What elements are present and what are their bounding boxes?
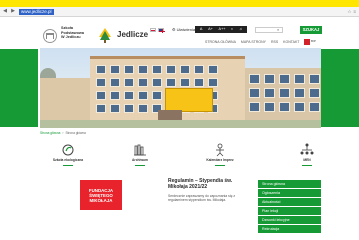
language-switcher bbox=[150, 28, 165, 33]
url-field[interactable]: www.jedlicze.pl bbox=[19, 8, 54, 15]
contact-link[interactable]: KONTAKT bbox=[283, 40, 299, 44]
side-menu: Strona główna Ogłoszenia Aktualności Pla… bbox=[258, 180, 321, 234]
forward-icon[interactable]: ▶ bbox=[10, 9, 16, 15]
yellow-banner bbox=[165, 88, 213, 112]
books-icon bbox=[134, 144, 146, 156]
bip-link[interactable]: BIP bbox=[304, 38, 322, 45]
menu-item-bells[interactable]: Dzwonki lekcyjne bbox=[258, 216, 321, 225]
sitemap-link[interactable]: MAPA STRONY bbox=[241, 40, 266, 44]
quick-link-men[interactable]: MEN bbox=[287, 142, 327, 172]
breadcrumb-home[interactable]: Strona główna bbox=[40, 131, 60, 135]
menu-item-schedule[interactable]: Plan lekcji bbox=[258, 207, 321, 216]
hero-school-photo bbox=[40, 48, 321, 128]
news-title[interactable]: Regulamin – Stypendia św. Mikołaja 2021/… bbox=[168, 178, 248, 191]
news-item: Regulamin – Stypendia św. Mikołaja 2021/… bbox=[168, 178, 248, 202]
quick-link-calendar[interactable]: Kalendarz Imprez bbox=[200, 142, 240, 172]
menu-item-recruitment[interactable]: Rekrutacja bbox=[258, 225, 321, 234]
fundacja-banner[interactable]: FUNDACJA ŚWIĘTEGO MIKOŁAJA bbox=[80, 180, 122, 210]
menu-icon[interactable]: ≡ bbox=[353, 9, 356, 15]
back-icon[interactable]: ◀ bbox=[2, 9, 8, 15]
menu-item-announcements[interactable]: Ogłoszenia bbox=[258, 189, 321, 198]
polish-flag-icon[interactable] bbox=[150, 28, 156, 32]
audio-button[interactable]: ♫ bbox=[239, 27, 242, 32]
news-text: Serdecznie zapraszamy do zapoznania się … bbox=[168, 193, 236, 202]
quick-link-eco[interactable]: Szkoła ekologiczna bbox=[48, 142, 88, 172]
accessibility-icon: ⚙ bbox=[172, 27, 176, 32]
bip-logo-icon bbox=[304, 38, 310, 45]
quick-link-archive[interactable]: Archiwum bbox=[120, 142, 160, 172]
school-name[interactable]: Szkoła Podstawowa W Jedliczu bbox=[61, 26, 91, 40]
school-logo[interactable] bbox=[43, 29, 57, 43]
browser-toolbar bbox=[0, 0, 359, 7]
breadcrumb-current: Strona główna bbox=[65, 131, 86, 135]
search-button[interactable]: SZUKAJ bbox=[300, 26, 322, 34]
city-name[interactable]: Jedlicze bbox=[117, 30, 148, 39]
star-icon[interactable]: ☆ bbox=[347, 9, 351, 15]
jedlicze-tree-logo-icon[interactable] bbox=[97, 27, 113, 43]
font-xlarge-button[interactable]: A++ bbox=[219, 27, 226, 32]
eco-icon bbox=[62, 144, 74, 156]
menu-item-news[interactable]: Aktualności bbox=[258, 198, 321, 207]
people-icon bbox=[216, 143, 224, 157]
org-chart-icon bbox=[300, 143, 314, 155]
font-large-button[interactable]: A+ bbox=[208, 27, 213, 32]
top-links: STRONA GŁÓWNA MAPA STRONY RSS KONTAKT bbox=[205, 40, 299, 44]
accessibility-toolbar: A A+ A++ ◐ ♫ bbox=[195, 26, 247, 33]
menu-item-home[interactable]: Strona główna bbox=[258, 180, 321, 189]
address-bar: ◀ ▶ www.jedlicze.pl ☆ ≡ bbox=[0, 7, 359, 17]
english-flag-icon[interactable] bbox=[158, 28, 165, 33]
right-green-band bbox=[321, 49, 359, 127]
left-green-band bbox=[0, 49, 38, 127]
home-link[interactable]: STRONA GŁÓWNA bbox=[205, 40, 236, 44]
search-icon[interactable]: ⌕ bbox=[277, 27, 279, 32]
rss-link[interactable]: RSS bbox=[271, 40, 278, 44]
breadcrumb: Strona główna › Strona główna bbox=[40, 131, 86, 135]
contrast-button[interactable]: ◐ bbox=[231, 27, 233, 32]
font-normal-button[interactable]: A bbox=[200, 27, 203, 32]
